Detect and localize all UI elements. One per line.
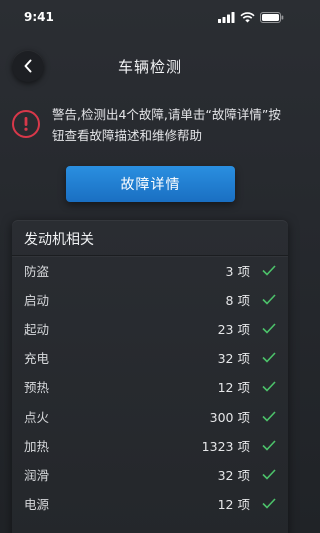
check-icon: [262, 410, 276, 422]
warning-banner: 警告,检测出4个故障,请单击“故障详情”按钮查看故障描述和维修帮助: [12, 104, 292, 146]
check-icon: [262, 352, 276, 364]
item-count: 12 项: [217, 380, 250, 396]
check-icon: [262, 323, 276, 335]
item-count: 3项: [225, 264, 250, 280]
item-count: 32 项: [217, 467, 250, 483]
list-item[interactable]: 电源 12 项: [12, 489, 288, 518]
item-name: 加热: [24, 438, 50, 454]
page-title: 车辆检测: [117, 58, 182, 76]
signal-icon: [218, 11, 235, 23]
status-time: 9:41: [24, 10, 54, 24]
item-count: 23 项: [217, 322, 250, 338]
item-name: 电源: [24, 496, 50, 512]
item-name: 点火: [24, 409, 50, 425]
check-icon: [262, 497, 276, 509]
nav-bar: 车辆检测: [0, 44, 300, 88]
check-icon: [262, 468, 276, 480]
check-icon: [262, 381, 276, 393]
item-name: 防盗: [24, 264, 50, 280]
warning-icon: [12, 110, 40, 138]
list-item[interactable]: 起动 23 项: [12, 314, 288, 343]
battery-icon: [260, 11, 284, 23]
check-icon: [262, 265, 276, 277]
list-item[interactable]: 启动 8项: [12, 285, 288, 314]
status-bar: 9:41: [0, 0, 300, 34]
list-item[interactable]: 点火 300 项: [12, 401, 288, 430]
list-item[interactable]: 润滑 32 项: [12, 460, 288, 489]
item-count: 300 项: [209, 409, 250, 425]
engine-section-card: 发动机相关 防盗 3项 启动 8项 起动 23 项 充电 32 项 预热 12 项 点…: [12, 220, 288, 533]
list-item[interactable]: 加热 1323 项: [12, 431, 288, 460]
section-title: 发动机相关: [12, 220, 288, 256]
item-name: 润滑: [24, 467, 50, 483]
list-item[interactable]: 防盗 3项: [12, 256, 288, 285]
wifi-icon: [240, 11, 255, 22]
list-item[interactable]: 预热 12 项: [12, 372, 288, 401]
check-icon: [262, 439, 276, 451]
warning-text: 警告,检测出4个故障,请单击“故障详情”按钮查看故障描述和维修帮助: [52, 107, 281, 143]
check-icon: [262, 294, 276, 306]
item-name: 充电: [24, 351, 50, 367]
fault-detail-button[interactable]: 故障详情: [66, 166, 235, 202]
item-count: 1323 项: [201, 438, 250, 454]
list-item[interactable]: 充电 32 项: [12, 343, 288, 372]
item-name: 预热: [24, 380, 50, 396]
item-count: 32 项: [217, 351, 250, 367]
item-name: 起动: [24, 322, 50, 338]
item-name: 启动: [24, 293, 50, 309]
item-count: 12 项: [217, 496, 250, 512]
status-icons: [218, 11, 284, 23]
item-count: 8项: [225, 293, 250, 309]
